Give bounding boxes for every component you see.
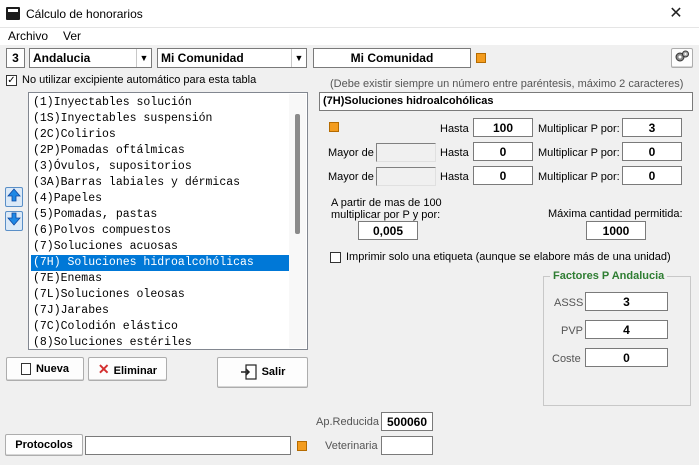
list-item[interactable]: (2C)Colirios xyxy=(31,127,289,143)
list-item[interactable]: (7J)Jarabes xyxy=(31,303,289,319)
list-item[interactable]: (1)Inyectables solución xyxy=(31,95,289,111)
move-down-button[interactable] xyxy=(5,211,23,231)
max-cantidad-label: Máxima cantidad permitida: xyxy=(548,208,683,220)
hasta-field-3[interactable]: 0 xyxy=(473,166,533,185)
menu-ver[interactable]: Ver xyxy=(63,29,81,43)
ap-reducida-field[interactable]: 500060 xyxy=(381,412,433,431)
list-item[interactable]: (6)Polvos compuestos xyxy=(31,223,289,239)
ap-reducida-label: Ap.Reducida xyxy=(316,416,379,428)
pvp-field[interactable]: 4 xyxy=(585,320,668,339)
mayor-label-2: Mayor de xyxy=(328,147,374,159)
hasta-field-1[interactable]: 100 xyxy=(473,118,533,137)
factores-title: Factores P Andalucia xyxy=(550,270,668,282)
partir-label-line2: multiplicar por P y por: xyxy=(331,209,441,221)
hasta-label-1: Hasta xyxy=(440,123,469,135)
veterinaria-label: Veterinaria xyxy=(325,440,378,452)
list-item[interactable]: (7C)Colodión elástico xyxy=(31,319,289,335)
no-excipiente-label: No utilizar excipiente automático para e… xyxy=(22,74,257,86)
coste-field[interactable]: 0 xyxy=(585,348,668,367)
scrollbar-thumb[interactable] xyxy=(295,114,300,234)
mult-field-2[interactable]: 0 xyxy=(622,142,682,161)
asss-field[interactable]: 3 xyxy=(585,292,668,311)
delete-icon: ✕ xyxy=(97,361,110,377)
list-scrollbar[interactable] xyxy=(289,94,306,348)
tablas-listbox[interactable]: (1)Inyectables solución (1S)Inyectables s… xyxy=(28,92,308,350)
gears-icon xyxy=(675,50,689,62)
move-up-button[interactable] xyxy=(5,187,23,207)
close-button[interactable]: ✕ xyxy=(653,0,699,28)
window-title: Cálculo de honorarios xyxy=(26,7,143,21)
mayor-field-3 xyxy=(376,167,436,186)
protocolos-button[interactable]: Protocolos xyxy=(5,434,83,456)
mult-field-1[interactable]: 3 xyxy=(622,118,682,137)
eliminar-label: Eliminar xyxy=(113,365,158,377)
nueva-label: Nueva xyxy=(35,363,70,375)
imprimir-label: Imprimir solo una etiqueta (aunque se el… xyxy=(346,251,671,263)
arrow-up-icon xyxy=(7,188,21,202)
mult-label-1: Multiplicar P por: xyxy=(538,123,620,135)
list-item[interactable]: (1S)Inyectables suspensión xyxy=(31,111,289,127)
hasta-label-3: Hasta xyxy=(440,171,469,183)
arrow-down-icon xyxy=(7,212,21,226)
title-bar: Cálculo de honorarios ✕ xyxy=(0,0,699,28)
eliminar-button[interactable]: ✕ Eliminar xyxy=(88,357,167,381)
menu-archivo[interactable]: Archivo xyxy=(8,29,48,43)
mayor-field-2 xyxy=(376,143,436,162)
list-item[interactable]: (7)Soluciones acuosas xyxy=(31,239,289,255)
hasta-field-2[interactable]: 0 xyxy=(473,142,533,161)
hasta-label-2: Hasta xyxy=(440,147,469,159)
row-color-indicator[interactable] xyxy=(329,122,339,132)
list-item[interactable]: (3A)Barras labiales y dérmicas xyxy=(31,175,289,191)
mayor-label-3: Mayor de xyxy=(328,171,374,183)
list-item[interactable]: (4)Papeles xyxy=(31,191,289,207)
scope-select-value: Mi Comunidad xyxy=(161,51,244,65)
asss-label: ASSS xyxy=(554,297,584,309)
color-indicator[interactable] xyxy=(476,53,486,63)
list-item[interactable]: (5)Pomadas, pastas xyxy=(31,207,289,223)
scope-select[interactable]: Mi Comunidad ▼ xyxy=(157,48,307,68)
salir-label: Salir xyxy=(261,366,286,378)
max-cantidad-field[interactable]: 1000 xyxy=(586,221,646,240)
list-item[interactable]: (8)Soluciones estériles xyxy=(31,335,289,351)
chevron-down-icon: ▼ xyxy=(136,49,151,67)
nueva-button[interactable]: Nueva xyxy=(6,357,84,381)
name-format-note: (Debe existir siempre un número entre pa… xyxy=(330,78,684,90)
list-item[interactable]: (7L)Soluciones oleosas xyxy=(31,287,289,303)
scope-display: Mi Comunidad xyxy=(313,48,471,68)
list-item[interactable]: (7E)Enemas xyxy=(31,271,289,287)
salir-button[interactable]: Salir xyxy=(217,357,308,388)
chevron-down-icon: ▼ xyxy=(291,49,306,67)
list-item[interactable]: (2P)Pomadas oftálmicas xyxy=(31,143,289,159)
region-code-field[interactable]: 3 xyxy=(6,48,25,68)
partir-label-line1: A partir de mas de 100 xyxy=(331,197,442,209)
protocolos-field[interactable] xyxy=(85,436,291,455)
coste-label: Coste xyxy=(552,353,581,365)
settings-icon-button[interactable] xyxy=(671,48,693,68)
pvp-label: PVP xyxy=(561,325,584,337)
region-select[interactable]: Andalucia ▼ xyxy=(29,48,152,68)
veterinaria-field[interactable] xyxy=(381,436,433,455)
partir-field[interactable]: 0,005 xyxy=(358,221,418,240)
app-icon xyxy=(6,7,20,20)
mult-label-3: Multiplicar P por: xyxy=(538,171,620,183)
protocolos-color-indicator[interactable] xyxy=(297,441,307,451)
menu-bar: Archivo Ver xyxy=(0,28,699,45)
list-item[interactable]: (7H) Soluciones hidroalcohólicas xyxy=(31,255,289,271)
imprimir-checkbox[interactable] xyxy=(330,252,341,263)
no-excipiente-checkbox[interactable]: ✓ xyxy=(6,75,17,86)
mult-field-3[interactable]: 0 xyxy=(622,166,682,185)
mult-label-2: Multiplicar P por: xyxy=(538,147,620,159)
list-item[interactable]: (3)Óvulos, supositorios xyxy=(31,159,289,175)
exit-door-icon xyxy=(240,364,257,380)
tabla-name-field[interactable]: (7H)Soluciones hidroalcohólicas xyxy=(319,92,693,111)
region-select-value: Andalucia xyxy=(33,51,91,65)
new-document-icon xyxy=(20,363,31,376)
